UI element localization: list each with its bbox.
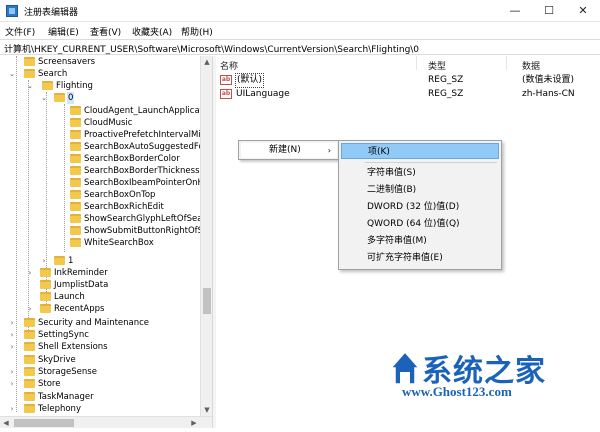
site-watermark: 系统之家 www.Ghost123.com <box>388 342 588 412</box>
value-type: REG_SZ <box>428 89 464 99</box>
menu-favorites[interactable]: 收藏夹(A) <box>132 25 172 38</box>
menu-item-string-value[interactable]: 字符串值(S) <box>341 165 499 181</box>
folder-icon <box>24 392 35 401</box>
new-submenu: 项(K) 字符串值(S) 二进制值(B) DWORD (32 位)值(D) QW… <box>338 140 502 270</box>
context-menu: 新建(N) › <box>238 140 340 160</box>
folder-icon <box>70 214 81 223</box>
chevron-right-icon[interactable]: › <box>8 378 16 390</box>
chevron-right-icon: › <box>327 146 331 155</box>
menu-bar: 文件(F) 编辑(E) 查看(V) 收藏夹(A) 帮助(H) <box>0 22 600 39</box>
tree-horizontal-scrollbar[interactable]: ◀ ▶ <box>0 416 212 428</box>
value-row[interactable]: ab (默认) REG_SZ (数值未设置) <box>216 73 600 88</box>
column-header-data[interactable]: 数据 <box>522 59 540 72</box>
column-separator[interactable] <box>416 56 417 70</box>
folder-icon <box>24 342 35 351</box>
scroll-thumb[interactable] <box>14 419 74 427</box>
maximize-button[interactable]: ☐ <box>532 0 566 22</box>
key-tree: Screensavers ⌄ Search ⌄ Flighting ⌄ 0 Cl… <box>0 56 212 416</box>
folder-icon <box>24 367 35 376</box>
chevron-down-icon[interactable]: ⌄ <box>26 80 34 92</box>
folder-icon <box>70 154 81 163</box>
folder-icon <box>24 404 35 413</box>
folder-open-icon <box>54 93 65 102</box>
menu-item-expandable-string-value[interactable]: 可扩充字符串值(E) <box>341 250 499 266</box>
menu-item-qword-value[interactable]: QWORD (64 位)值(Q) <box>341 216 499 232</box>
address-path: 计算机\HKEY_CURRENT_USER\Software\Microsoft… <box>4 45 420 55</box>
tree-guide-line <box>64 104 65 252</box>
folder-open-icon <box>42 81 53 90</box>
chevron-right-icon[interactable]: › <box>8 341 16 353</box>
scroll-thumb[interactable] <box>203 288 211 314</box>
menu-edit[interactable]: 编辑(E) <box>48 25 79 38</box>
menu-help[interactable]: 帮助(H) <box>181 25 213 38</box>
column-header-name[interactable]: 名称 <box>220 59 238 72</box>
menu-item-new[interactable]: 新建(N) › <box>241 143 337 158</box>
menu-view[interactable]: 查看(V) <box>90 25 121 38</box>
menu-file[interactable]: 文件(F) <box>5 25 35 38</box>
value-data: (数值未设置) <box>522 75 575 85</box>
chevron-right-icon[interactable]: › <box>8 403 16 415</box>
value-row[interactable]: ab UILanguage REG_SZ zh-Hans-CN <box>216 88 600 101</box>
string-value-icon: ab <box>220 75 232 85</box>
value-name: UILanguage <box>236 89 290 99</box>
menu-item-multi-string-value[interactable]: 多字符串值(M) <box>341 233 499 249</box>
minimize-button[interactable]: — <box>498 0 532 22</box>
folder-icon <box>24 330 35 339</box>
folder-icon <box>70 226 81 235</box>
value-name: (默认) <box>234 73 265 88</box>
folder-icon <box>40 304 51 313</box>
chevron-right-icon[interactable]: › <box>8 366 16 378</box>
chevron-right-icon[interactable]: › <box>8 329 16 341</box>
folder-icon <box>24 379 35 388</box>
chevron-down-icon[interactable]: ⌄ <box>8 68 16 80</box>
folder-icon <box>70 106 81 115</box>
tree-guide-line <box>16 56 17 412</box>
folder-icon <box>70 142 81 151</box>
chevron-right-icon[interactable]: › <box>26 267 34 279</box>
folder-icon <box>70 202 81 211</box>
tree-vertical-scrollbar[interactable]: ▲ ▼ <box>200 56 212 416</box>
window-title: 注册表编辑器 <box>24 8 79 18</box>
scroll-left-arrow-icon[interactable]: ◀ <box>0 417 12 429</box>
column-separator[interactable] <box>506 56 507 70</box>
address-bar[interactable]: 计算机\HKEY_CURRENT_USER\Software\Microsoft… <box>0 39 600 55</box>
value-type: REG_SZ <box>428 75 464 85</box>
menu-item-key[interactable]: 项(K) <box>341 143 499 159</box>
menu-item-dword-value[interactable]: DWORD (32 位)值(D) <box>341 199 499 215</box>
chevron-right-icon[interactable]: › <box>40 255 48 267</box>
folder-icon <box>40 292 51 301</box>
folder-icon <box>70 130 81 139</box>
folder-icon <box>70 238 81 247</box>
chevron-down-icon[interactable]: ⌄ <box>40 92 48 104</box>
value-data: zh-Hans-CN <box>522 89 575 99</box>
title-bar: 注册表编辑器 — ☐ ✕ <box>0 0 600 22</box>
tree-guide-line <box>28 80 29 330</box>
regedit-app-icon <box>6 5 18 17</box>
chevron-right-icon[interactable]: › <box>26 303 34 315</box>
tree-guide-line <box>46 92 47 312</box>
watermark-url: www.Ghost123.com <box>402 384 512 399</box>
folder-icon <box>70 118 81 127</box>
menu-separator <box>365 162 497 163</box>
scroll-right-arrow-icon[interactable]: ▶ <box>188 417 200 429</box>
folder-icon <box>24 318 35 327</box>
folder-icon <box>24 355 35 364</box>
folder-icon <box>54 256 65 265</box>
close-button[interactable]: ✕ <box>566 0 600 22</box>
column-header-type[interactable]: 类型 <box>428 59 446 72</box>
folder-icon <box>70 166 81 175</box>
folder-icon <box>70 178 81 187</box>
string-value-icon: ab <box>220 89 232 99</box>
folder-open-icon <box>24 69 35 78</box>
folder-icon <box>40 280 51 289</box>
folder-icon <box>24 57 35 66</box>
folder-icon <box>40 268 51 277</box>
menu-item-binary-value[interactable]: 二进制值(B) <box>341 182 499 198</box>
chevron-right-icon[interactable]: › <box>8 317 16 329</box>
folder-icon <box>70 190 81 199</box>
